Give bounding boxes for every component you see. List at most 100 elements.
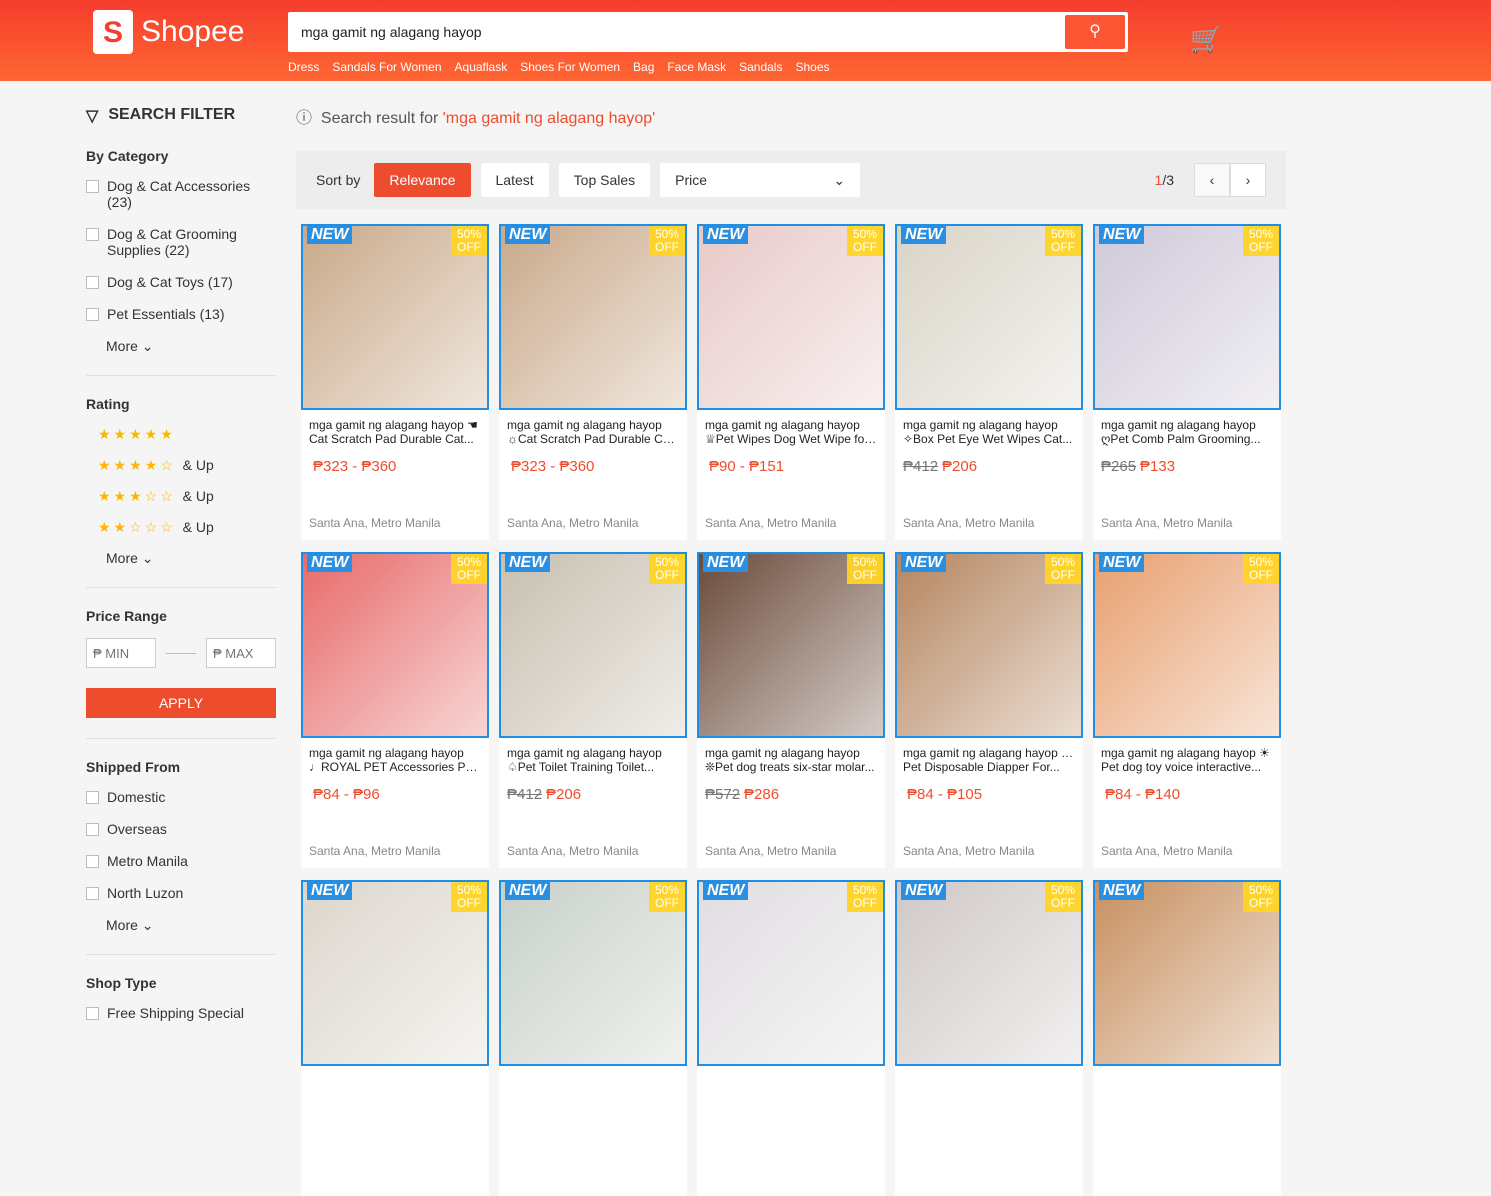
product-image[interactable]: NEW 50% OFF — [697, 880, 885, 1066]
suggestion-tag[interactable]: Shoes — [795, 60, 829, 74]
search-button[interactable]: ⚲ — [1065, 15, 1125, 49]
product-card[interactable]: NEW 50% OFF — [499, 880, 687, 1196]
sort-relevance[interactable]: Relevance — [374, 163, 471, 197]
new-badge: NEW — [1099, 882, 1145, 900]
pagination: 1/3 ‹ › — [1155, 163, 1266, 197]
product-image[interactable]: NEW 50% OFF — [697, 552, 885, 738]
shipped-more-button[interactable]: More ⌄ — [106, 917, 276, 934]
checkbox[interactable] — [86, 276, 99, 289]
suggestion-tag[interactable]: Aquaflask — [455, 60, 508, 74]
price-sort-dropdown[interactable]: Price ⌄ — [660, 163, 861, 197]
rating-4-stars[interactable]: ★★★★☆ & Up — [98, 457, 276, 474]
product-image[interactable]: NEW 50% OFF — [301, 880, 489, 1066]
product-location: Santa Ana, Metro Manila — [705, 516, 837, 530]
product-title: mga gamit ng alagang hayop ☚ Cat Scratch … — [309, 418, 478, 446]
product-image[interactable]: NEW 50% OFF — [1093, 880, 1281, 1066]
cart-icon[interactable]: 🛒 — [1190, 24, 1222, 55]
rating-3-stars[interactable]: ★★★☆☆ & Up — [98, 488, 276, 505]
category-option[interactable]: Dog & Cat Grooming Supplies (22) — [86, 226, 276, 258]
product-image[interactable]: NEW 50% OFF — [895, 552, 1083, 738]
shop-type-option[interactable]: Free Shipping Special — [86, 1005, 276, 1021]
suggestion-tag[interactable]: Bag — [633, 60, 654, 74]
product-image[interactable]: NEW 50% OFF — [1093, 224, 1281, 410]
category-more-button[interactable]: More ⌄ — [106, 338, 276, 355]
checkbox[interactable] — [86, 308, 99, 321]
rating-more-button[interactable]: More ⌄ — [106, 550, 276, 567]
min-price-input[interactable] — [86, 638, 156, 668]
rating-5-stars[interactable]: ★★★★★ — [98, 426, 276, 443]
suggestion-tag[interactable]: Dress — [288, 60, 319, 74]
checkbox[interactable] — [86, 1007, 99, 1020]
discount-badge: 50% OFF — [1243, 882, 1279, 912]
max-price-input[interactable] — [206, 638, 276, 668]
product-card[interactable]: NEW 50% OFF mga gamit ng alagang hayop ღPe… — [1093, 224, 1281, 540]
new-badge: NEW — [1099, 226, 1145, 244]
checkbox[interactable] — [86, 228, 99, 241]
product-title: mga gamit ng alagang hayop ♩ROYAL PET Acc… — [309, 746, 481, 774]
discount-badge: 50% OFF — [1045, 226, 1081, 256]
product-card[interactable]: NEW 50% OFF — [895, 880, 1083, 1196]
checkbox[interactable] — [86, 887, 99, 900]
product-title — [301, 1066, 489, 1104]
suggestion-tag[interactable]: Face Mask — [667, 60, 726, 74]
product-image[interactable]: NEW 50% OFF — [301, 552, 489, 738]
product-card[interactable]: NEW 50% OFF mga gamit ng alagang hayop ♩RO… — [301, 552, 489, 868]
product-image[interactable]: NEW 50% OFF — [895, 880, 1083, 1066]
shopee-logo[interactable]: S Shopee — [93, 10, 244, 54]
discount-badge: 50% OFF — [1045, 554, 1081, 584]
product-location: Santa Ana, Metro Manila — [1101, 844, 1233, 858]
prev-page-button[interactable]: ‹ — [1194, 163, 1230, 197]
product-image[interactable]: NEW 50% OFF — [499, 880, 687, 1066]
header: SShopee ⚲ Dress Sandals For Women Aquaflas… — [0, 0, 1491, 81]
shop-type-heading: Shop Type — [86, 975, 157, 991]
chevron-down-icon: ⌄ — [833, 172, 846, 188]
product-image[interactable]: NEW 50% OFF — [697, 224, 885, 410]
product-card[interactable]: NEW 50% OFF mga gamit ng alagang hayop ✌ P… — [895, 552, 1083, 868]
search-result-heading: ⓘ Search result for 'mga gamit ng alagan… — [296, 110, 656, 127]
product-image[interactable]: NEW 50% OFF — [499, 224, 687, 410]
product-card[interactable]: NEW 50% OFF — [1093, 880, 1281, 1196]
new-badge: NEW — [1099, 554, 1145, 572]
product-card[interactable]: NEW 50% OFF mga gamit ng alagang hayop ❊Pe… — [697, 552, 885, 868]
product-title: mga gamit ng alagang hayop ❊Pet dog treat… — [705, 746, 875, 774]
product-card[interactable]: NEW 50% OFF mga gamit ng alagang hayop ✧Bo… — [895, 224, 1083, 540]
sort-top-sales[interactable]: Top Sales — [558, 163, 651, 197]
search-input[interactable] — [291, 15, 1051, 49]
product-card[interactable]: NEW 50% OFF mga gamit ng alagang hayop ♤Pe… — [499, 552, 687, 868]
new-badge: NEW — [505, 554, 551, 572]
category-option[interactable]: Pet Essentials (13) — [86, 306, 276, 322]
shipped-from-heading: Shipped From — [86, 759, 181, 775]
shipped-from-option[interactable]: Metro Manila — [86, 853, 276, 869]
apply-button[interactable]: APPLY — [86, 688, 276, 718]
product-card[interactable]: NEW 50% OFF — [697, 880, 885, 1196]
product-card[interactable]: NEW 50% OFF mga gamit ng alagang hayop ☼Ca… — [499, 224, 687, 540]
product-price — [895, 1104, 1083, 1141]
suggestion-tag[interactable]: Shoes For Women — [520, 60, 620, 74]
product-card[interactable]: NEW 50% OFF mga gamit ng alagang hayop ♕Pe… — [697, 224, 885, 540]
shipped-from-option[interactable]: Domestic — [86, 789, 276, 805]
rating-2-stars[interactable]: ★★☆☆☆ & Up — [98, 519, 276, 536]
product-price: ₱265 ₱133 — [1101, 458, 1176, 475]
product-image[interactable]: NEW 50% OFF — [895, 224, 1083, 410]
category-option[interactable]: Dog & Cat Toys (17) — [86, 274, 276, 290]
suggestion-tag[interactable]: Sandals — [739, 60, 782, 74]
logo-text: Shopee — [141, 15, 245, 48]
product-card[interactable]: NEW 50% OFF mga gamit ng alagang hayop ☀ P… — [1093, 552, 1281, 868]
product-card[interactable]: NEW 50% OFF mga gamit ng alagang hayop ☚ C… — [301, 224, 489, 540]
shipped-from-option[interactable]: Overseas — [86, 821, 276, 837]
product-image[interactable]: NEW 50% OFF — [1093, 552, 1281, 738]
checkbox[interactable] — [86, 823, 99, 836]
product-title: mga gamit ng alagang hayop ✧Box Pet Eye W… — [903, 418, 1073, 446]
checkbox[interactable] — [86, 855, 99, 868]
product-image[interactable]: NEW 50% OFF — [499, 552, 687, 738]
product-image[interactable]: NEW 50% OFF — [301, 224, 489, 410]
next-page-button[interactable]: › — [1230, 163, 1266, 197]
checkbox[interactable] — [86, 791, 99, 804]
checkbox[interactable] — [86, 180, 99, 193]
product-card[interactable]: NEW 50% OFF — [301, 880, 489, 1196]
sort-latest[interactable]: Latest — [480, 163, 549, 197]
suggestion-tag[interactable]: Sandals For Women — [332, 60, 441, 74]
product-location: Santa Ana, Metro Manila — [309, 844, 441, 858]
category-option[interactable]: Dog & Cat Accessories (23) — [86, 178, 276, 210]
shipped-from-option[interactable]: North Luzon — [86, 885, 276, 901]
